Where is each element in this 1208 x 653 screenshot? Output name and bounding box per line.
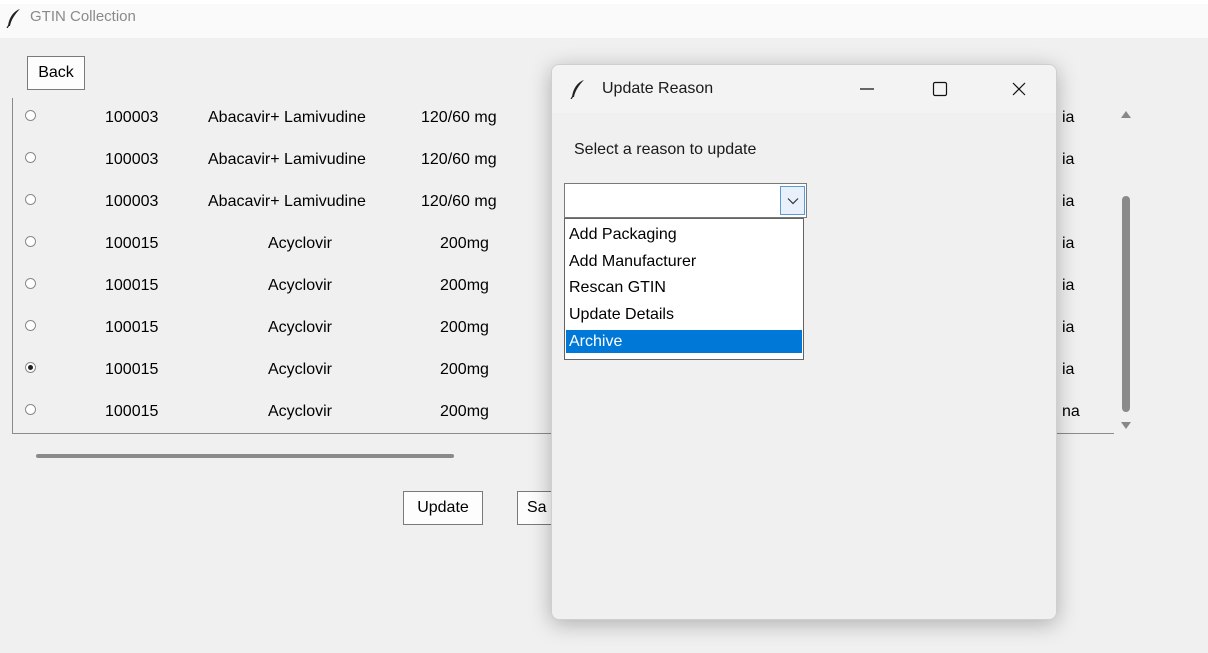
update-reason-dialog: Update Reason Select a reason to update: [551, 64, 1057, 620]
reason-option[interactable]: Add Manufacturer: [566, 250, 802, 273]
row-truncated-cell: ia: [1062, 361, 1075, 378]
row-name: Acyclovir: [268, 319, 333, 336]
vertical-scrollbar-thumb[interactable]: [1122, 196, 1130, 412]
row-truncated-cell: ia: [1062, 193, 1075, 210]
row-code: 100015: [105, 319, 159, 336]
row-radio[interactable]: [25, 152, 36, 163]
row-truncated-cell: ia: [1062, 151, 1075, 168]
back-button[interactable]: Back: [27, 56, 85, 90]
horizontal-scrollbar-thumb[interactable]: [36, 454, 454, 458]
reason-option-highlighted[interactable]: Archive: [566, 330, 802, 353]
feather-icon: [6, 9, 20, 28]
row-name: Acyclovir: [268, 361, 333, 378]
row-dose: 120/60 mg: [421, 193, 497, 210]
reason-dropdown-list: Add Packaging Add Manufacturer Rescan GT…: [564, 218, 804, 360]
update-button[interactable]: Update: [403, 491, 483, 525]
row-dose: 120/60 mg: [421, 109, 497, 126]
row-name: Acyclovir: [268, 403, 333, 420]
row-radio-selected[interactable]: [25, 362, 36, 373]
dialog-titlebar[interactable]: Update Reason: [552, 65, 1056, 113]
row-radio[interactable]: [25, 194, 36, 205]
row-radio[interactable]: [25, 320, 36, 331]
row-radio[interactable]: [25, 278, 36, 289]
reason-option[interactable]: Rescan GTIN: [566, 276, 802, 299]
row-dose: 200mg: [440, 277, 489, 294]
row-dose: 200mg: [440, 403, 489, 420]
row-code: 100015: [105, 235, 159, 252]
dropdown-button[interactable]: [780, 186, 805, 215]
row-truncated-cell: ia: [1062, 277, 1075, 294]
row-dose: 120/60 mg: [421, 151, 497, 168]
row-code: 100003: [105, 109, 159, 126]
row-code: 100015: [105, 277, 159, 294]
row-dose: 200mg: [440, 361, 489, 378]
close-button[interactable]: [996, 71, 1042, 107]
row-name: Abacavir+ Lamivudine: [208, 109, 366, 126]
reason-combobox[interactable]: [564, 183, 807, 218]
scroll-up-arrow-icon[interactable]: [1121, 111, 1131, 118]
row-truncated-cell: ia: [1062, 319, 1075, 336]
reason-prompt-label: Select a reason to update: [574, 141, 757, 158]
row-truncated-cell: ia: [1062, 109, 1075, 126]
feather-icon: [570, 80, 584, 99]
row-dose: 200mg: [440, 319, 489, 336]
row-radio[interactable]: [25, 110, 36, 121]
close-icon: [1012, 82, 1026, 96]
main-titlebar: GTIN Collection: [0, 4, 1208, 38]
reason-option[interactable]: Add Packaging: [566, 223, 802, 246]
row-radio[interactable]: [25, 404, 36, 415]
minimize-icon: [860, 88, 874, 90]
row-code: 100015: [105, 403, 159, 420]
main-window-title: GTIN Collection: [30, 8, 136, 25]
row-name: Acyclovir: [268, 235, 333, 252]
row-truncated-cell: ia: [1062, 235, 1075, 252]
reason-option[interactable]: Update Details: [566, 303, 802, 326]
minimize-button[interactable]: [844, 71, 890, 107]
scroll-down-arrow-icon[interactable]: [1121, 422, 1131, 429]
maximize-icon: [932, 81, 948, 97]
row-radio[interactable]: [25, 236, 36, 247]
chevron-down-icon: [787, 197, 798, 204]
row-dose: 200mg: [440, 235, 489, 252]
row-truncated-cell: na: [1062, 403, 1080, 420]
row-code: 100015: [105, 361, 159, 378]
row-code: 100003: [105, 193, 159, 210]
row-name: Abacavir+ Lamivudine: [208, 193, 366, 210]
row-name: Acyclovir: [268, 277, 333, 294]
row-name: Abacavir+ Lamivudine: [208, 151, 366, 168]
row-code: 100003: [105, 151, 159, 168]
maximize-button[interactable]: [917, 71, 963, 107]
dialog-title: Update Reason: [602, 80, 714, 97]
